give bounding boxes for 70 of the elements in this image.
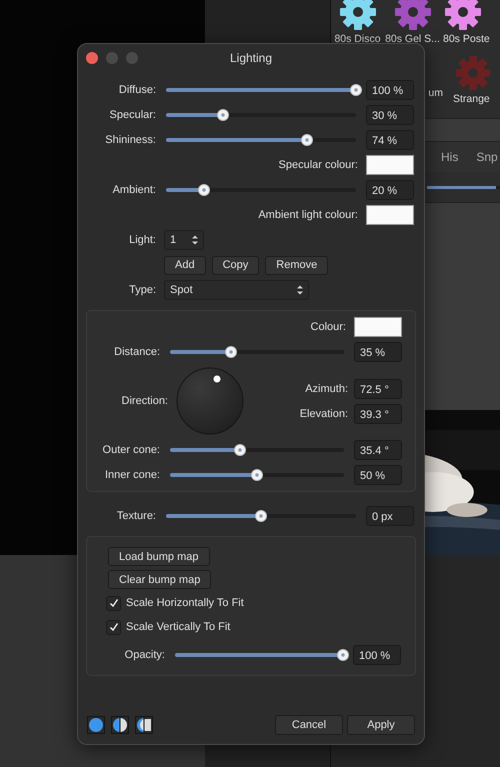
field-label: Type: [128, 284, 156, 296]
slider-thumb[interactable] [217, 109, 229, 121]
stepper-arrows-icon [192, 234, 198, 246]
light-button[interactable]: Copy [212, 256, 260, 274]
value-field[interactable]: 50 % [354, 465, 402, 485]
preset-label: 80s Poste [443, 32, 490, 46]
light-stepper[interactable]: 1 [164, 230, 204, 250]
value-field[interactable]: 100 % [353, 645, 401, 665]
field-label: Distance: [113, 346, 160, 358]
field-label: Diffuse: [118, 84, 156, 96]
slider-thumb[interactable] [337, 649, 349, 661]
dropdown-arrows-icon [297, 284, 303, 296]
gear-icon[interactable] [443, 0, 483, 32]
close-button[interactable] [86, 52, 98, 64]
checkmark-icon [108, 622, 118, 632]
field-label: Outer cone: [102, 444, 160, 456]
value-field[interactable]: 72.5 ° [354, 378, 402, 398]
field-label: Elevation: [300, 408, 348, 420]
panel-tab[interactable]: His [441, 150, 458, 164]
slider-thumb[interactable] [350, 84, 362, 96]
field-label: Inner cone: [104, 469, 160, 481]
field-label: Light: [128, 234, 156, 246]
value-field[interactable]: 100 % [366, 80, 414, 100]
slider-thumb[interactable] [234, 444, 246, 456]
preset-label: 80s Gel S... [385, 32, 440, 46]
field-label: Opacity: [124, 649, 165, 661]
dialog-button[interactable]: Cancel [275, 715, 343, 735]
light-button[interactable]: Add [164, 256, 206, 274]
colour-swatch[interactable] [366, 205, 414, 225]
value-field[interactable]: 74 % [366, 130, 414, 150]
value-field[interactable]: 20 % [366, 180, 414, 200]
window-title: Lighting [230, 51, 272, 65]
preset-label: um [428, 86, 443, 100]
preset-label: Strange [453, 92, 490, 106]
bump-map-button[interactable]: Clear bump map [108, 570, 212, 589]
field-label: Azimuth: [305, 382, 348, 394]
checkbox[interactable] [106, 596, 121, 610]
preset-label: 80s Disco [334, 32, 381, 46]
field-label: Texture: [116, 510, 156, 522]
crescent-icon[interactable] [135, 716, 153, 734]
type-select[interactable]: Spot [164, 280, 309, 300]
field-label: Direction: [120, 395, 168, 407]
value-field[interactable]: 30 % [366, 105, 414, 125]
bump-map-button[interactable]: Load bump map [108, 547, 210, 566]
slider-thumb[interactable] [255, 510, 267, 522]
gear-icon[interactable] [338, 0, 378, 32]
value-field[interactable]: 39.3 ° [354, 404, 402, 424]
dialog-button[interactable]: Apply [347, 715, 415, 735]
checkmark-icon [108, 598, 118, 608]
slider-thumb[interactable] [251, 469, 263, 481]
panel-tab[interactable]: Snp [476, 150, 498, 164]
slider-thumb[interactable] [224, 346, 237, 358]
value-field[interactable]: 35 % [354, 342, 402, 362]
checkbox-label: Scale Horizontally To Fit [126, 597, 244, 609]
field-label: Ambient: [112, 184, 156, 196]
checkbox-label: Scale Vertically To Fit [126, 621, 230, 633]
field-label: Shininess: [104, 134, 156, 146]
field-label: Colour: [310, 321, 346, 333]
light-button[interactable]: Remove [265, 256, 328, 274]
slider-thumb[interactable] [198, 184, 210, 196]
colour-swatch[interactable] [354, 317, 402, 337]
checkbox[interactable] [106, 620, 121, 634]
slider-thumb[interactable] [300, 134, 313, 146]
field-label: Ambient light colour: [257, 209, 358, 221]
field-label: Specular colour: [278, 159, 358, 171]
sphere-icon[interactable] [87, 716, 105, 734]
colour-swatch[interactable] [366, 155, 414, 175]
value-field[interactable]: 35.4 ° [354, 440, 402, 460]
field-label: Specular: [108, 109, 156, 121]
value-field[interactable]: 0 px [366, 506, 414, 526]
